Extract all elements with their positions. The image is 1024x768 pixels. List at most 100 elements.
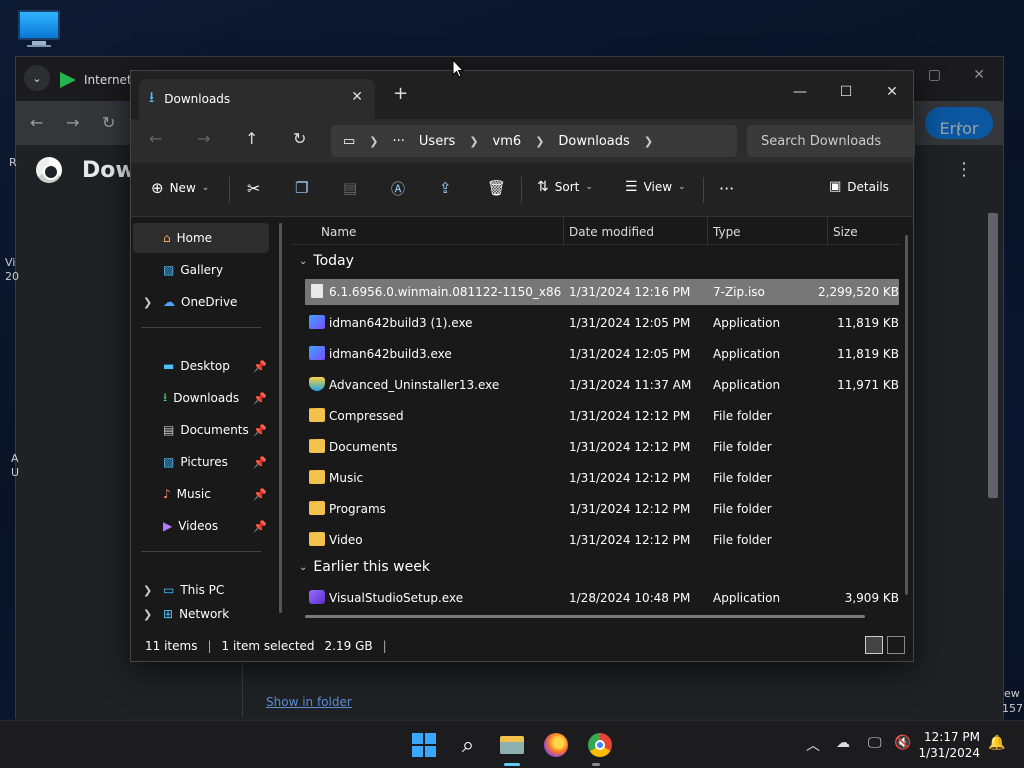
nav-item-gallery[interactable]: ▨ Gallery <box>133 255 269 285</box>
chevron-right-icon[interactable]: ❯ <box>143 608 152 621</box>
start-button[interactable] <box>410 731 438 759</box>
idm-app-icon <box>309 315 325 329</box>
search-icon[interactable]: ⌕ <box>454 731 482 759</box>
music-icon: ♪ <box>163 487 171 501</box>
sort-label: Sort <box>554 180 580 194</box>
pin-icon[interactable]: 📌 <box>253 424 267 437</box>
breadcrumb-downloads[interactable]: Downloads <box>558 134 629 149</box>
table-row[interactable]: Music 1/31/2024 12:12 PM File folder <box>305 465 899 491</box>
sort-button[interactable]: ⇅ Sort ⌄ <box>537 179 593 195</box>
table-row[interactable]: VisualStudioSetup.exe 1/28/2024 10:48 PM… <box>305 585 899 611</box>
table-row[interactable]: Documents 1/31/2024 12:12 PM File folder <box>305 434 899 460</box>
tab-search-button[interactable]: ⌄ <box>24 65 50 91</box>
nav-item-desktop[interactable]: ▬ Desktop 📌 <box>133 351 269 381</box>
up-icon[interactable]: ↑ <box>245 129 258 148</box>
details-button[interactable]: ▣ Details <box>829 179 889 194</box>
more-options-icon[interactable]: ⋮ <box>955 159 973 180</box>
close-tab-icon[interactable]: ✕ <box>351 89 363 105</box>
pin-icon[interactable]: 📌 <box>253 488 267 501</box>
table-row[interactable]: Video 1/31/2024 12:12 PM File folder <box>305 527 899 553</box>
group-header-today[interactable]: ⌄ Today <box>299 253 354 269</box>
table-row[interactable]: Compressed 1/31/2024 12:12 PM File folde… <box>305 403 899 429</box>
address-breadcrumb[interactable]: ▭ ❯ ··· Users ❯ vm6 ❯ Downloads ❯ <box>331 125 737 157</box>
reload-icon[interactable]: ↻ <box>102 113 115 132</box>
breadcrumb-users[interactable]: Users <box>419 134 455 149</box>
file-list-vertical-scrollbar[interactable] <box>905 235 908 595</box>
copy-icon[interactable]: ❐ <box>295 179 308 197</box>
firefox-icon[interactable] <box>542 731 570 759</box>
network-icon[interactable]: 🖵 <box>868 735 882 751</box>
share-icon[interactable]: ⇪ <box>439 179 452 197</box>
minimize-icon[interactable]: — <box>777 77 823 107</box>
folder-icon <box>309 470 325 484</box>
large-icons-view-icon[interactable] <box>887 636 905 654</box>
nav-item-downloads[interactable]: ⭳ Downloads 📌 <box>133 383 269 413</box>
this-pc-desktop-icon[interactable] <box>16 10 62 52</box>
view-button[interactable]: ☰ View ⌄ <box>625 179 686 195</box>
paste-icon[interactable]: ▤ <box>343 179 357 197</box>
chevron-right-icon[interactable]: ❯ <box>143 584 152 597</box>
column-date-modified[interactable]: Date modified <box>569 225 654 239</box>
pin-icon[interactable]: 📌 <box>253 392 267 405</box>
file-list-horizontal-scrollbar[interactable] <box>305 615 865 618</box>
breadcrumb-vm6[interactable]: vm6 <box>493 134 522 149</box>
pin-icon[interactable]: 📌 <box>253 360 267 373</box>
back-icon[interactable]: ← <box>30 113 43 132</box>
table-row[interactable]: Programs 1/31/2024 12:12 PM File folder <box>305 496 899 522</box>
more-options-icon[interactable]: ··· <box>719 179 734 198</box>
maximize-icon[interactable]: ▢ <box>928 67 941 83</box>
nav-item-music[interactable]: ♪ Music 📌 <box>133 479 269 509</box>
column-size[interactable]: Size <box>833 225 858 239</box>
refresh-icon[interactable]: ↻ <box>293 129 306 148</box>
rename-icon[interactable]: Ⓐ <box>391 179 405 199</box>
delete-icon[interactable]: 🗑 <box>487 179 506 197</box>
nav-scrollbar[interactable] <box>279 223 282 613</box>
show-in-folder-link[interactable]: Show in folder <box>266 695 352 709</box>
download-arrow-icon: ⭳ <box>163 389 168 404</box>
file-explorer-taskbar-button[interactable] <box>498 731 526 759</box>
notification-bell-icon[interactable]: 🔔 <box>988 735 1005 751</box>
details-view-icon[interactable] <box>865 636 883 654</box>
new-button[interactable]: ⊕ New ⌄ <box>151 179 209 197</box>
table-row[interactable]: 6.1.6956.0.winmain.081122-1150_x86fre_c.… <box>305 279 899 305</box>
forward-icon[interactable]: → <box>197 129 210 148</box>
column-type[interactable]: Type <box>713 225 741 239</box>
new-tab-icon[interactable]: + <box>393 83 408 104</box>
windows-logo-icon <box>412 733 436 757</box>
chrome-icon[interactable] <box>586 731 614 759</box>
search-input[interactable]: Search Downloads <box>747 125 915 157</box>
pin-icon[interactable]: 📌 <box>253 520 267 533</box>
close-icon[interactable]: ✕ <box>973 67 985 83</box>
profile-error-button[interactable]: Error ⋮ <box>925 107 993 139</box>
pin-icon[interactable]: 📌 <box>253 456 267 469</box>
nav-item-this-pc[interactable]: ❯ ▭ This PC <box>133 575 269 605</box>
maximize-icon[interactable]: ☐ <box>823 77 869 107</box>
table-row[interactable]: idman642build3.exe 1/31/2024 12:05 PM Ap… <box>305 341 899 367</box>
nav-item-onedrive[interactable]: ❯ ☁ OneDrive <box>133 287 269 317</box>
chevron-right-icon[interactable]: ❯ <box>143 296 152 309</box>
chevron-down-icon: ⌄ <box>299 561 308 573</box>
forward-icon[interactable]: → <box>66 113 79 132</box>
table-row[interactable]: idman642build3 (1).exe 1/31/2024 12:05 P… <box>305 310 899 336</box>
ellipsis-icon[interactable]: ··· <box>393 134 405 149</box>
chevron-up-icon[interactable]: ︿ <box>806 735 820 755</box>
cut-icon[interactable]: ✂ <box>247 179 260 198</box>
nav-item-network[interactable]: ❯ ⊞ Network <box>133 607 269 621</box>
volume-muted-icon[interactable]: 🔇 <box>894 735 911 751</box>
group-header-earlier-this-week[interactable]: ⌄ Earlier this week <box>299 559 430 575</box>
system-clock[interactable]: 12:17 PM 1/31/2024 <box>918 729 980 761</box>
cloud-icon: ☁ <box>163 295 175 309</box>
back-icon[interactable]: ← <box>149 129 162 148</box>
idm-icon <box>60 72 76 88</box>
nav-item-documents[interactable]: ▤ Documents 📌 <box>133 415 269 445</box>
status-bar: 11 items | 1 item selected 2.19 GB | <box>131 631 913 661</box>
explorer-tab-downloads[interactable]: ⭳ Downloads ✕ <box>139 79 375 119</box>
onedrive-off-icon[interactable]: ☁ <box>836 735 850 751</box>
column-name[interactable]: Name <box>321 225 356 239</box>
nav-item-pictures[interactable]: ▨ Pictures 📌 <box>133 447 269 477</box>
nav-item-videos[interactable]: ▶ Videos 📌 <box>133 511 269 541</box>
page-scrollbar[interactable] <box>988 199 1000 499</box>
close-icon[interactable]: ✕ <box>869 77 915 107</box>
table-row[interactable]: Advanced_Uninstaller13.exe 1/31/2024 11:… <box>305 372 899 398</box>
nav-item-home[interactable]: ⌂ Home <box>133 223 269 253</box>
